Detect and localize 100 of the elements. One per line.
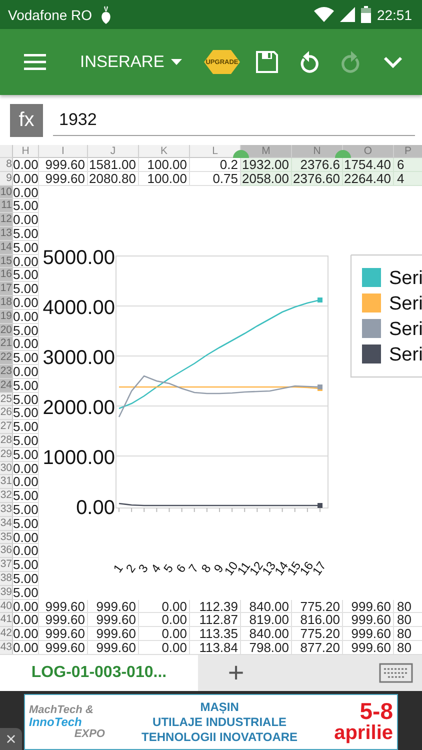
row-header[interactable]: 22 [0, 351, 13, 365]
table-cell: 5.00 [13, 226, 39, 241]
column-header[interactable]: L [190, 145, 241, 158]
add-sheet-button[interactable]: + [220, 656, 252, 690]
table-cell: 999.60 [39, 158, 88, 172]
table-cell: 816.00 [292, 613, 343, 628]
table-cell: 113.35 [190, 627, 241, 641]
table-cell: 840.00 [241, 627, 292, 641]
ad-card[interactable]: MachTech & InnoTech EXPO MAȘIN UTILAJE INDUSTRIALE TEHNOLOGII INOVATOARE 5-8 aprilie [24, 694, 398, 750]
row-header[interactable]: 17 [0, 282, 13, 296]
row-header[interactable]: 24 [0, 378, 13, 393]
table-cell: 2058.00 [241, 172, 292, 186]
row-header[interactable]: 16 [0, 268, 13, 282]
row-header[interactable]: 37 [0, 558, 13, 572]
row-header[interactable]: 23 [0, 364, 13, 379]
legend-label: Seri [389, 319, 422, 340]
table-cell: 112.39 [190, 600, 241, 614]
legend-label: Seri [389, 294, 422, 314]
row-header[interactable]: 19 [0, 310, 13, 324]
ad-month: aprilie [334, 722, 393, 744]
row-header[interactable]: 20 [0, 324, 13, 338]
table-cell: 0.00 [13, 186, 39, 200]
table-cell: 819.00 [241, 613, 292, 628]
row-header[interactable]: 40 [0, 600, 13, 614]
row-header[interactable]: 30 [0, 462, 13, 476]
table-cell: 0.00 [13, 627, 39, 641]
table-cell: 775.20 [292, 600, 343, 614]
row-header[interactable]: 36 [0, 544, 13, 558]
row-header[interactable]: 13 [0, 226, 13, 241]
row-header[interactable]: 10 [0, 186, 13, 200]
y-axis-label: 0.00 [76, 497, 115, 519]
row-header[interactable]: 33 [0, 502, 13, 517]
chevron-down-icon [383, 56, 403, 68]
table-cell: 0.00 [13, 613, 39, 628]
table-cell: 999.60 [88, 627, 139, 641]
ad-text: TEHNOLOGII INOVATOARE [142, 730, 298, 744]
row-header[interactable]: 21 [0, 337, 13, 352]
column-header[interactable]: M [241, 145, 292, 158]
legend-label: Seri [389, 344, 422, 366]
row-header[interactable]: 18 [0, 296, 13, 310]
table-cell: 5.00 [13, 199, 39, 214]
column-header[interactable]: N [292, 145, 343, 158]
table-cell: 0.00 [13, 213, 39, 227]
undo-icon [299, 51, 319, 73]
table-cell: 1581.00 [88, 158, 139, 172]
close-button[interactable]: × [0, 728, 22, 750]
column-header[interactable]: H [13, 145, 39, 158]
row-header[interactable]: 14 [0, 240, 13, 255]
row-header[interactable]: 35 [0, 530, 13, 544]
menu-icon [24, 54, 46, 70]
keyboard-icon [379, 663, 413, 683]
column-header[interactable]: K [139, 145, 190, 158]
column-header[interactable]: J [88, 145, 139, 158]
row-header[interactable]: 9 [0, 172, 13, 186]
table-cell: 2264.40 [343, 172, 394, 186]
row-header[interactable]: 41 [0, 613, 13, 628]
row-header[interactable]: 25 [0, 392, 13, 406]
column-header[interactable]: P [394, 145, 422, 158]
x-axis-label: 3 [136, 562, 151, 576]
row-header[interactable]: 12 [0, 213, 13, 227]
column-header[interactable]: I [39, 145, 88, 158]
row-header[interactable]: 27 [0, 420, 13, 434]
row-header[interactable]: 32 [0, 489, 13, 503]
row-header[interactable]: 43 [0, 640, 13, 654]
y-axis-label: 5000.00 [42, 247, 115, 269]
table-cell: 100.00 [139, 172, 190, 186]
caret-icon [171, 59, 182, 65]
ad-text: MAȘIN [200, 700, 239, 714]
function-button[interactable]: fx [10, 104, 43, 136]
table-cell: 999.60 [343, 613, 394, 628]
redo-icon [341, 51, 361, 73]
table-cell: 0.00 [13, 172, 39, 186]
row-header[interactable]: 15 [0, 254, 13, 268]
y-axis-label: 2000.00 [42, 397, 115, 419]
row-header[interactable]: 34 [0, 516, 13, 531]
row-header[interactable]: 26 [0, 406, 13, 420]
row-header[interactable]: 28 [0, 434, 13, 448]
column-header[interactable]: O [343, 145, 394, 158]
table-cell: 999.60 [88, 613, 139, 628]
row-header[interactable]: 38 [0, 572, 13, 586]
row-header[interactable]: 39 [0, 586, 13, 600]
battery-icon [360, 6, 371, 23]
table-cell: 775.20 [292, 627, 343, 641]
row-header[interactable]: 8 [0, 158, 13, 172]
ad-banner[interactable]: MachTech & InnoTech EXPO MAȘIN UTILAJE INDUSTRIALE TEHNOLOGII INOVATOARE 5-8 aprilie × [0, 691, 422, 750]
table-cell: 80 [394, 600, 422, 614]
x-axis-label: 2 [123, 562, 138, 576]
table-cell: 999.60 [343, 600, 394, 614]
table-cell: 2376.6 [292, 158, 343, 172]
table-cell: 999.60 [88, 600, 139, 614]
row-header[interactable]: 11 [0, 199, 13, 214]
row-header[interactable]: 42 [0, 627, 13, 641]
table-cell: 999.60 [39, 613, 88, 628]
table-cell: 0.00 [139, 600, 190, 614]
ad-text: UTILAJE INDUSTRIALE [152, 714, 287, 730]
row-header[interactable]: 29 [0, 448, 13, 462]
row-header[interactable]: 31 [0, 475, 13, 490]
table-cell: 112.87 [190, 613, 241, 628]
y-axis-label: 1000.00 [42, 447, 115, 469]
mode-dropdown[interactable]: INSERARE [80, 44, 182, 80]
